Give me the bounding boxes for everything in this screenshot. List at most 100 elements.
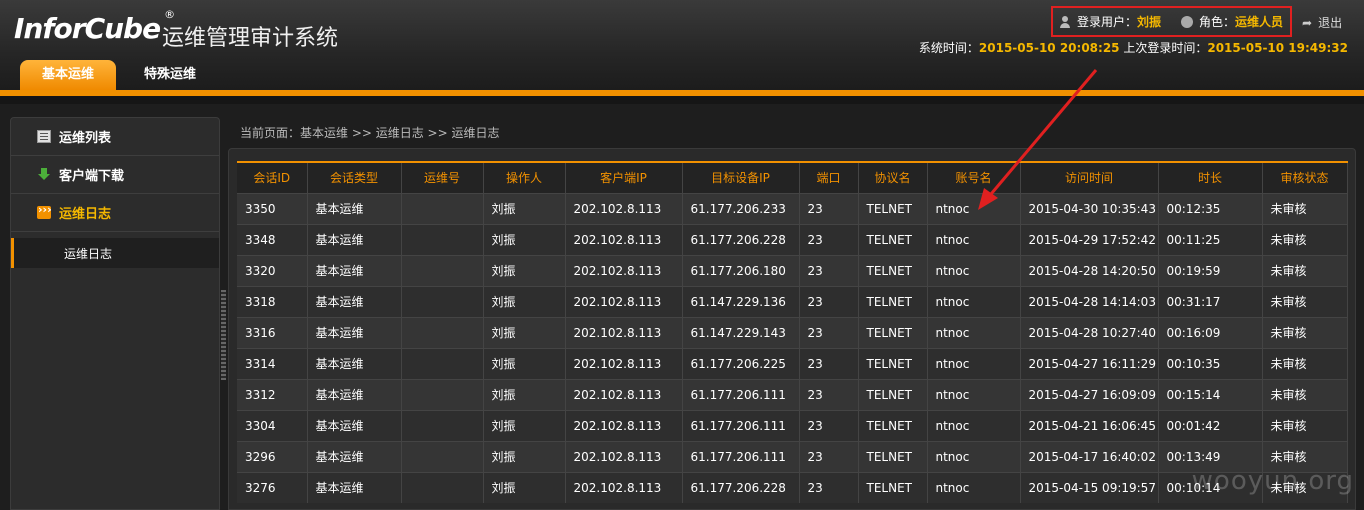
log-panel: 会话ID 会话类型 运维号 操作人 客户端IP 目标设备IP 端口 协议名 账号名 访问时间 时长审… [228, 148, 1356, 510]
column-header: 会话类型 [307, 161, 402, 193]
table-cell: 2015-04-28 10:27:40 [1020, 316, 1159, 348]
table-cell: 23 [799, 285, 859, 317]
table-row[interactable]: 3304 基本运维 刘振 202.102.8.113 61.177.206.111 23 T… [237, 409, 1348, 441]
table-cell: 2015-04-30 10:35:43 [1020, 192, 1159, 224]
table-row[interactable]: 3312 基本运维 刘振 202.102.8.113 61.177.206.111 23 T… [237, 378, 1348, 410]
table-cell: 202.102.8.113 [565, 440, 683, 472]
table-cell: 3312 [237, 378, 308, 410]
table-cell: 未审核 [1262, 378, 1348, 410]
table-cell: 23 [799, 347, 859, 379]
table-cell: 3318 [237, 285, 308, 317]
sidebar-splitter-handle[interactable] [221, 290, 226, 380]
table-row[interactable]: 3320 基本运维 刘振 202.102.8.113 61.177.206.180 23 T… [237, 254, 1348, 286]
table-cell: 00:10:35 [1158, 347, 1263, 379]
table-cell: 61.177.206.111 [682, 440, 800, 472]
table-cell: 未审核 [1262, 316, 1348, 348]
user-icon [1059, 15, 1071, 28]
sidebar-subitem-ops-log[interactable]: 运维日志 [11, 238, 219, 268]
table-cell: TELNET [858, 378, 928, 410]
table-cell: 刘振 [483, 409, 566, 441]
table-cell: 00:15:14 [1158, 378, 1263, 410]
sidebar-item-client-download[interactable]: 客户端下载 [11, 156, 219, 194]
column-header: 客户端IP [565, 161, 683, 193]
table-cell: ntnoc [927, 192, 1021, 224]
column-header: 会话ID [237, 161, 308, 193]
table-cell: 202.102.8.113 [565, 378, 683, 410]
tab-basic-ops[interactable]: 基本运维 [20, 60, 117, 90]
table-cell: 未审核 [1262, 285, 1348, 317]
table-cell [401, 254, 484, 286]
column-header: 运维号 [401, 161, 484, 193]
table-cell: 2015-04-27 16:11:29 [1020, 347, 1159, 379]
table-cell: 刘振 [483, 254, 566, 286]
table-cell: ntnoc [927, 347, 1021, 379]
table-cell: 2015-04-15 09:19:57 [1020, 471, 1159, 503]
column-header: 审核状态 [1262, 161, 1348, 193]
table-cell: 23 [799, 471, 859, 503]
table-row[interactable]: 3350 基本运维 刘振 202.102.8.113 61.177.206.233 23 T… [237, 192, 1348, 224]
table-cell: 2015-04-28 14:14:03 [1020, 285, 1159, 317]
table-row[interactable]: 3318 基本运维 刘振 202.102.8.113 61.147.229.136 23 T… [237, 285, 1348, 317]
last-login-time: 2015-05-10 19:49:32 [1207, 41, 1348, 55]
table-cell: 3304 [237, 409, 308, 441]
table-cell: 23 [799, 378, 859, 410]
table-cell: 202.102.8.113 [565, 285, 683, 317]
logout-arrow-icon: ➦ [1302, 15, 1313, 30]
table-cell: 3348 [237, 223, 308, 255]
table-cell: TELNET [858, 471, 928, 503]
table-body: 3350 基本运维 刘振 202.102.8.113 61.177.206.233 23 T… [237, 192, 1348, 503]
table-cell: TELNET [858, 440, 928, 472]
table-cell: 23 [799, 192, 859, 224]
table-cell: 23 [799, 409, 859, 441]
breadcrumb: 当前页面：基本运维 >> 运维日志 >> 运维日志 [240, 126, 500, 140]
table-cell: 基本运维 [307, 285, 402, 317]
table-cell: 刘振 [483, 316, 566, 348]
table-cell: 202.102.8.113 [565, 471, 683, 503]
logo-text: InforCube [14, 12, 161, 45]
table-row[interactable]: 3348 基本运维 刘振 202.102.8.113 61.177.206.228 23 T… [237, 223, 1348, 255]
table-row[interactable]: 3316 基本运维 刘振 202.102.8.113 61.147.229.143 23 T… [237, 316, 1348, 348]
role-name: 运维人员 [1235, 15, 1284, 29]
table-cell: 202.102.8.113 [565, 223, 683, 255]
table-cell: 23 [799, 223, 859, 255]
table-cell: 61.177.206.233 [682, 192, 800, 224]
list-icon [37, 130, 51, 143]
table-cell: 基本运维 [307, 192, 402, 224]
table-cell: 3350 [237, 192, 308, 224]
log-icon [37, 203, 52, 219]
app-title: 运维管理审计系统 [162, 26, 339, 51]
time-bar: 系统时间：2015-05-10 20:08:25 上次登录时间：2015-05-… [919, 39, 1348, 56]
table-cell: 基本运维 [307, 316, 402, 348]
table-cell: 202.102.8.113 [565, 254, 683, 286]
sidebar-item-label: 运维日志 [59, 207, 112, 222]
table-cell: TELNET [858, 409, 928, 441]
logout-label: 退出 [1318, 16, 1343, 30]
sidebar-item-label: 客户端下载 [59, 169, 125, 184]
table-cell: TELNET [858, 254, 928, 286]
table-cell: TELNET [858, 316, 928, 348]
table-cell: 00:11:25 [1158, 223, 1263, 255]
table-cell: ntnoc [927, 440, 1021, 472]
globe-icon [1181, 15, 1194, 28]
table-cell: 基本运维 [307, 440, 402, 472]
table-cell: 2015-04-17 16:40:02 [1020, 440, 1159, 472]
sidebar-item-ops-list[interactable]: 运维列表 [11, 118, 219, 156]
sidebar-item-ops-log[interactable]: 运维日志 [11, 194, 219, 232]
table-cell: 基本运维 [307, 347, 402, 379]
table-cell: ntnoc [927, 409, 1021, 441]
table-cell: 2015-04-27 16:09:09 [1020, 378, 1159, 410]
table-cell: 未审核 [1262, 192, 1348, 224]
table-row[interactable]: 3296 基本运维 刘振 202.102.8.113 61.177.206.111 23 T… [237, 440, 1348, 472]
column-header: 账号名 [927, 161, 1021, 193]
logout-button[interactable]: ➦ 退出 [1302, 14, 1342, 31]
table-row[interactable]: 3314 基本运维 刘振 202.102.8.113 61.177.206.225 23 T… [237, 347, 1348, 379]
table-cell: TELNET [858, 223, 928, 255]
column-header: 协议名 [858, 161, 928, 193]
table-cell [401, 285, 484, 317]
table-cell: 61.177.206.111 [682, 409, 800, 441]
table-row[interactable]: 3276 基本运维 刘振 202.102.8.113 61.177.206.228 23 T… [237, 471, 1348, 503]
table-cell: ntnoc [927, 223, 1021, 255]
table-cell: 61.177.206.225 [682, 347, 800, 379]
table-cell: 刘振 [483, 440, 566, 472]
tab-special-ops[interactable]: 特殊运维 [122, 60, 218, 90]
